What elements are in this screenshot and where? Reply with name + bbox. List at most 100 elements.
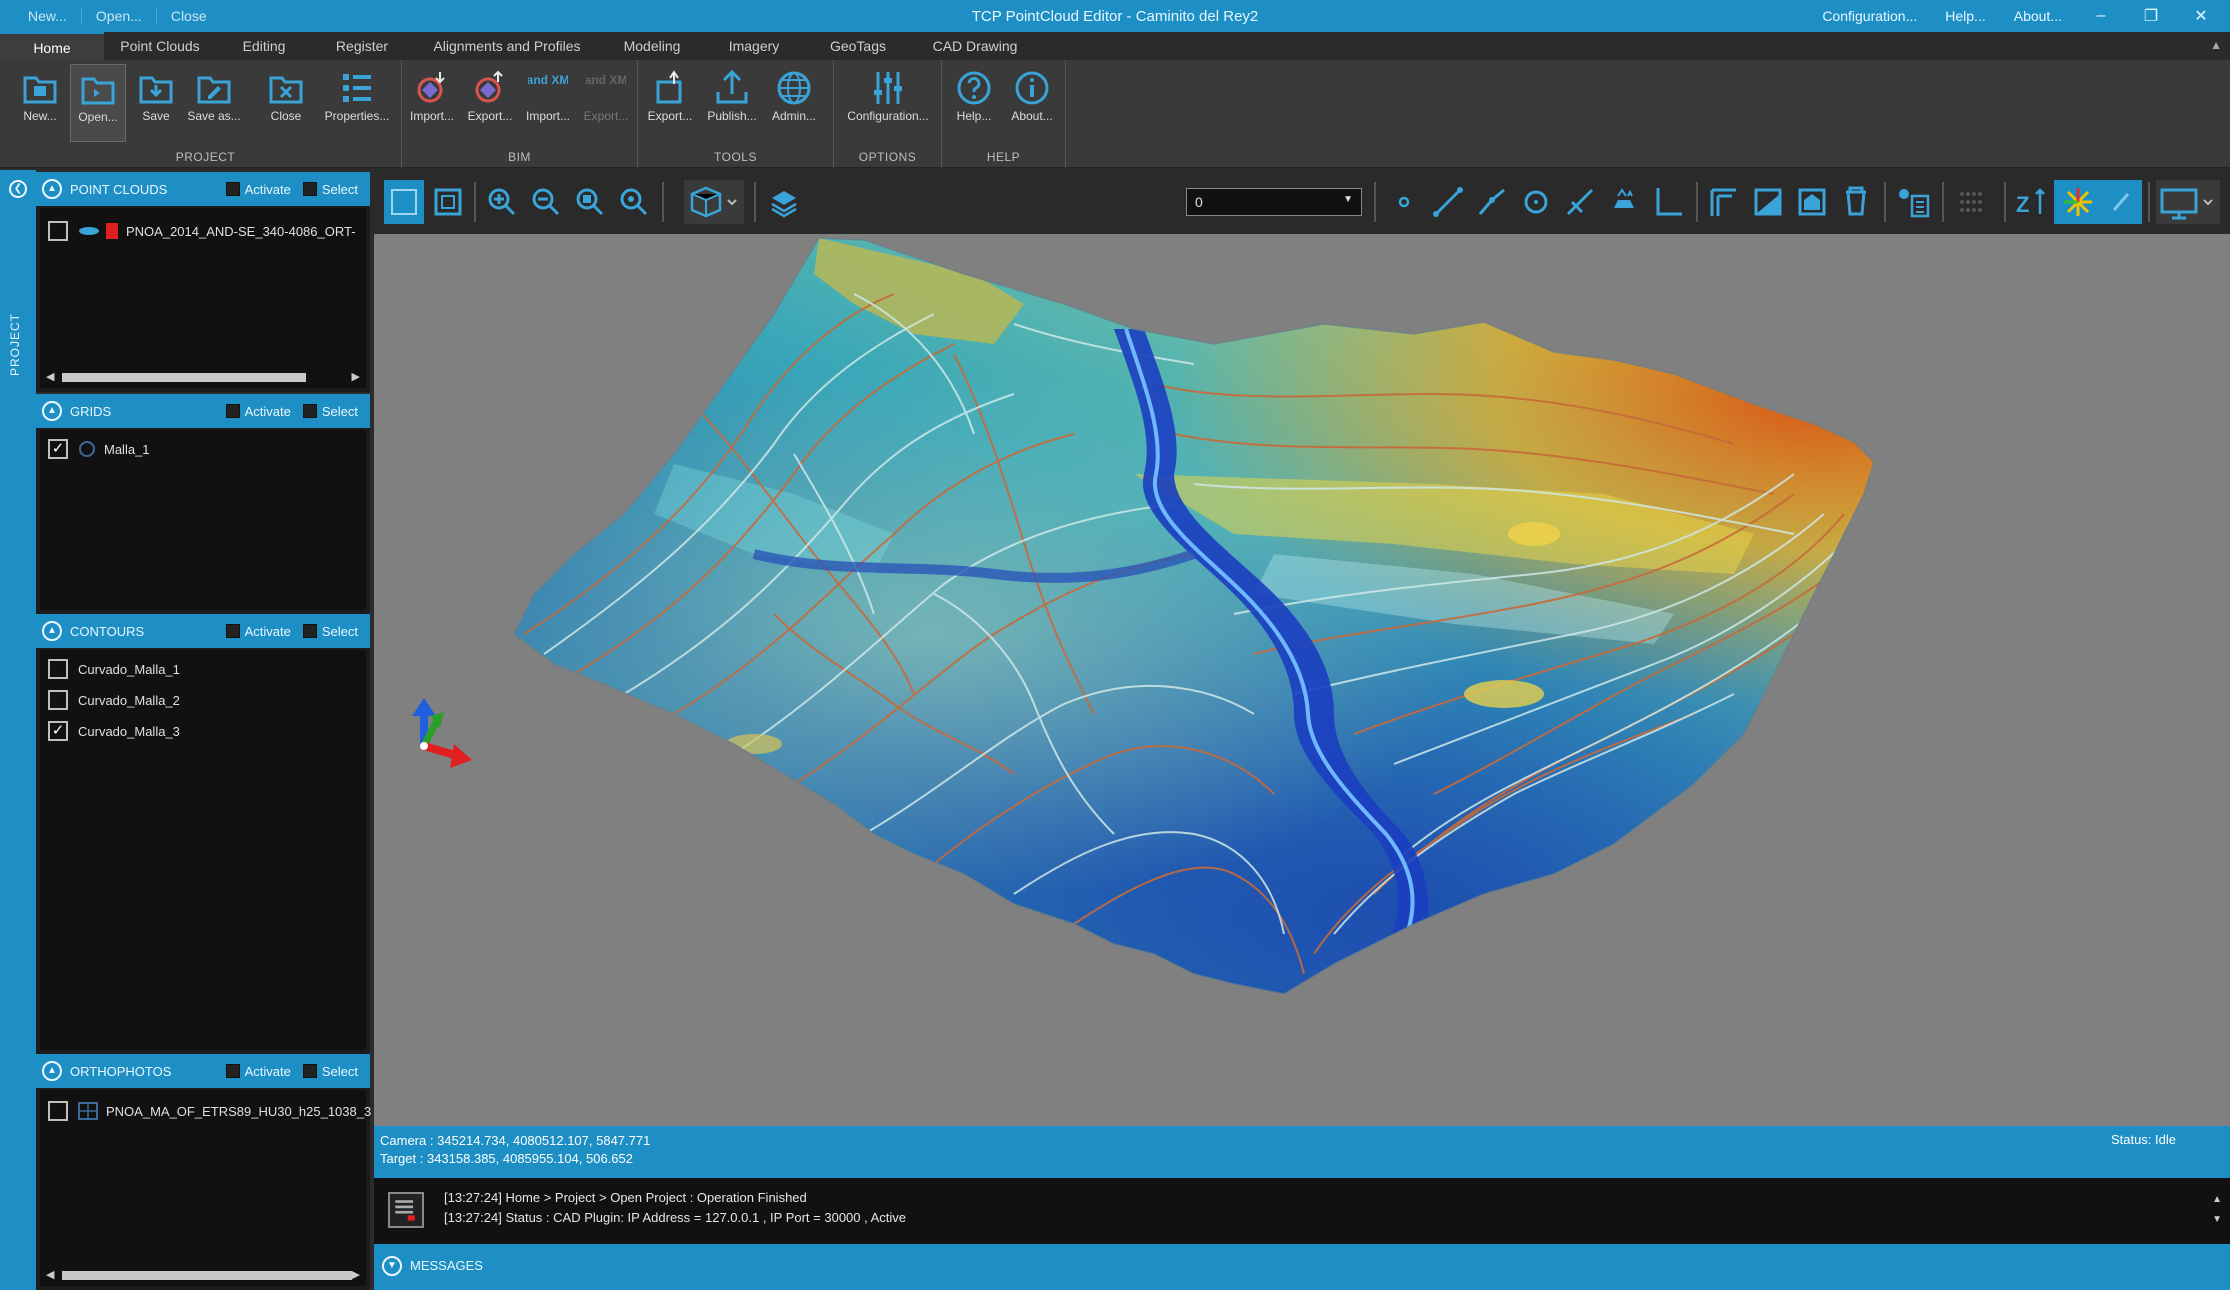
zoom-out-button[interactable] — [526, 180, 566, 224]
ribbon-about-button[interactable]: About... — [1004, 64, 1060, 142]
tab-alignments-profiles[interactable]: Alignments and Profiles — [412, 32, 602, 60]
draw-line-button[interactable] — [1428, 180, 1468, 224]
ribbon-bim-import-button[interactable]: Import... — [404, 64, 460, 142]
quick-open-button[interactable]: Open... — [82, 8, 157, 24]
quick-new-button[interactable]: New... — [14, 8, 82, 24]
tab-cad-drawing[interactable]: CAD Drawing — [910, 32, 1040, 60]
list-item[interactable]: Curvado_Malla_2 — [48, 687, 180, 713]
scroll-right-icon[interactable]: ▶ — [352, 1268, 360, 1281]
zoom-selection-button[interactable] — [614, 180, 654, 224]
axis-color-button[interactable] — [2054, 180, 2142, 224]
title-configuration-link[interactable]: Configuration... — [1822, 8, 1917, 24]
measure-angle-button[interactable] — [1648, 180, 1688, 224]
chevron-down-icon[interactable]: ▼ — [382, 1256, 402, 1276]
title-about-link[interactable]: About... — [2014, 8, 2062, 24]
scroll-left-icon[interactable]: ◀ — [46, 1268, 54, 1281]
scroll-up-icon[interactable]: ▲ — [2212, 1190, 2222, 1210]
grids-activate-checkbox[interactable] — [225, 404, 240, 418]
section-button-4[interactable] — [1836, 180, 1876, 224]
section-button-3[interactable] — [1792, 180, 1832, 224]
orthophotos-activate-checkbox[interactable] — [225, 1064, 240, 1078]
contours-activate-checkbox[interactable] — [225, 624, 240, 638]
ribbon-new-button[interactable]: New... — [12, 64, 68, 142]
orthophotos-select-checkbox[interactable] — [302, 1064, 317, 1078]
ribbon-landxml-export-button[interactable]: Land XML Export... — [578, 64, 634, 142]
terrain-model[interactable] — [374, 234, 2230, 1126]
section-button-2[interactable] — [1748, 180, 1788, 224]
minimize-button[interactable]: – — [2090, 7, 2112, 25]
tab-register[interactable]: Register — [312, 32, 412, 60]
scroll-down-icon[interactable]: ▼ — [2212, 1210, 2222, 1230]
orthophotos-scrollbar[interactable]: ◀ ▶ — [46, 1268, 360, 1282]
ribbon-help-button[interactable]: Help... — [946, 64, 1002, 142]
messages-scroll[interactable]: ▲ ▼ — [2212, 1190, 2222, 1230]
contours-select-checkbox[interactable] — [302, 624, 317, 638]
draw-polyline-button[interactable] — [1472, 180, 1512, 224]
chevron-up-icon[interactable]: ▲ — [42, 401, 62, 421]
point-clouds-scrollbar[interactable]: ◀ ▶ — [46, 370, 360, 384]
tab-editing[interactable]: Editing — [216, 32, 312, 60]
close-window-button[interactable]: ✕ — [2190, 6, 2212, 26]
quick-close-button[interactable]: Close — [157, 8, 221, 24]
orthophoto-checkbox[interactable] — [48, 1101, 68, 1121]
grid-tool-1[interactable] — [1952, 180, 1992, 224]
title-help-link[interactable]: Help... — [1945, 8, 1985, 24]
ribbon-tools-export-button[interactable]: Export... — [642, 64, 698, 142]
tab-home[interactable]: Home — [0, 32, 104, 60]
scroll-right-icon[interactable]: ▶ — [352, 370, 360, 383]
list-item[interactable]: PNOA_MA_OF_ETRS89_HU30_h25_1038_3 — [48, 1098, 371, 1124]
contour-checkbox[interactable] — [48, 659, 68, 679]
ribbon-open-button[interactable]: Open... — [70, 64, 126, 142]
layers-button[interactable] — [764, 180, 804, 224]
restore-button[interactable]: ❐ — [2140, 6, 2162, 26]
tab-point-clouds[interactable]: Point Clouds — [104, 32, 216, 60]
z-up-button[interactable]: Z — [2010, 180, 2050, 224]
list-item[interactable]: Curvado_Malla_1 — [48, 656, 180, 682]
section-button-1[interactable] — [1704, 180, 1744, 224]
chevron-up-icon[interactable]: ▲ — [42, 1061, 62, 1081]
ribbon-close-button[interactable]: Close — [258, 64, 314, 142]
list-item[interactable]: ✓ Malla_1 — [48, 436, 150, 462]
zoom-in-button[interactable] — [482, 180, 522, 224]
tab-modeling[interactable]: Modeling — [602, 32, 702, 60]
collapse-side-icon[interactable]: ❮ — [9, 180, 27, 198]
zoom-window-button[interactable] — [570, 180, 610, 224]
scroll-thumb[interactable] — [62, 1271, 352, 1280]
ribbon-publish-button[interactable]: Publish... — [704, 64, 760, 142]
contour-checkbox[interactable]: ✓ — [48, 721, 68, 741]
select-mode-button[interactable] — [384, 180, 424, 224]
tab-imagery[interactable]: Imagery — [702, 32, 806, 60]
grid-checkbox[interactable]: ✓ — [48, 439, 68, 459]
scroll-thumb[interactable] — [62, 373, 306, 382]
ribbon-properties-button[interactable]: Properties... — [320, 64, 394, 142]
zoom-extents-button[interactable] — [428, 180, 468, 224]
list-item[interactable]: ✓ Curvado_Malla_3 — [48, 718, 180, 744]
list-item[interactable]: PNOA_2014_AND-SE_340-4086_ORT- — [48, 218, 356, 244]
ribbon-collapse-icon[interactable]: ▲ — [2210, 38, 2222, 52]
ribbon-admin-button[interactable]: Admin... — [766, 64, 822, 142]
draw-circle-button[interactable] — [1516, 180, 1556, 224]
scroll-left-icon[interactable]: ◀ — [46, 370, 54, 383]
tab-geotags[interactable]: GeoTags — [806, 32, 910, 60]
ribbon-bim-export-button[interactable]: Export... — [462, 64, 518, 142]
measure-volume-button[interactable] — [1604, 180, 1644, 224]
project-side-label[interactable]: PROJECT — [8, 313, 22, 376]
chevron-up-icon[interactable]: ▲ — [42, 621, 62, 641]
ribbon-save-button[interactable]: Save — [128, 64, 184, 142]
point-cloud-checkbox[interactable] — [48, 221, 68, 241]
draw-arc-button[interactable] — [1560, 180, 1600, 224]
ribbon-save-as-button[interactable]: Save as... — [186, 64, 242, 142]
ribbon-landxml-import-button[interactable]: Land XML Import... — [520, 64, 576, 142]
view-cube-dropdown[interactable] — [684, 180, 744, 224]
display-mode-dropdown[interactable] — [2156, 180, 2220, 224]
point-clouds-activate-checkbox[interactable] — [225, 182, 240, 196]
ribbon-configuration-button[interactable]: Configuration... — [838, 64, 938, 142]
grids-select-checkbox[interactable] — [302, 404, 317, 418]
contour-checkbox[interactable] — [48, 690, 68, 710]
3d-viewport[interactable] — [374, 234, 2230, 1126]
chevron-up-icon[interactable]: ▲ — [42, 179, 62, 199]
layer-select[interactable]: 0 ▼ — [1186, 188, 1362, 216]
point-clouds-select-checkbox[interactable] — [302, 182, 317, 196]
properties-panel-button[interactable] — [1894, 180, 1934, 224]
draw-point-button[interactable] — [1384, 180, 1424, 224]
